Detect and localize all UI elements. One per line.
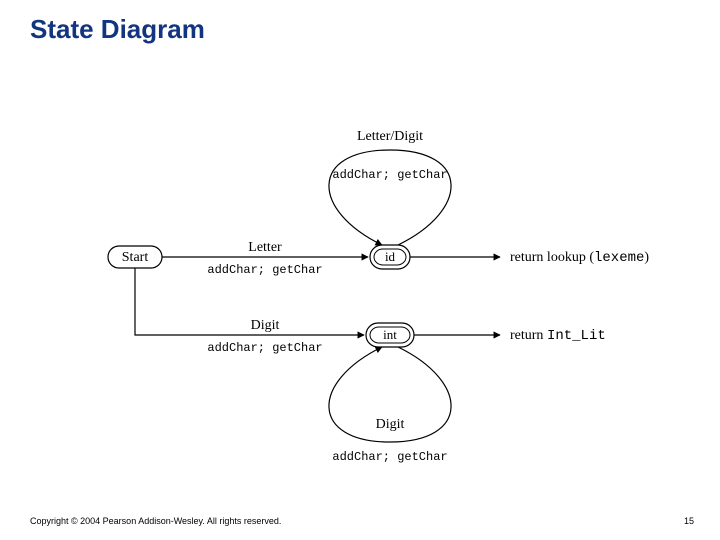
node-id: id — [370, 245, 410, 269]
edge-int-exit: return Int_Lit — [414, 328, 606, 344]
edge-start-to-id-action: addChar; getChar — [207, 263, 322, 277]
edge-start-to-int-label: Digit — [251, 318, 280, 333]
edge-int-exit-label: return Int_Lit — [510, 328, 606, 344]
edge-id-exit: return lookup (lexeme) — [410, 250, 649, 266]
edge-int-loop: Digit addChar; getChar — [329, 347, 451, 464]
edge-start-to-id-label: Letter — [248, 240, 282, 255]
edge-start-to-int-action: addChar; getChar — [207, 341, 322, 355]
node-int: int — [366, 323, 414, 347]
node-start-label: Start — [122, 250, 149, 265]
edge-id-exit-label: return lookup (lexeme) — [510, 250, 649, 266]
edge-int-loop-label: Digit — [376, 417, 405, 432]
edge-id-loop: Letter/Digit addChar; getChar — [329, 129, 451, 245]
edge-id-loop-label: Letter/Digit — [357, 129, 423, 144]
node-id-label: id — [385, 249, 396, 264]
node-start: Start — [108, 246, 162, 268]
state-diagram: Start id int Letter addChar; getChar Dig… — [0, 0, 720, 540]
edge-int-loop-action: addChar; getChar — [332, 450, 447, 464]
edge-start-to-int: Digit addChar; getChar — [135, 268, 364, 355]
edge-id-loop-action: addChar; getChar — [332, 168, 447, 182]
node-int-label: int — [383, 327, 397, 342]
edge-start-to-id: Letter addChar; getChar — [162, 240, 368, 277]
